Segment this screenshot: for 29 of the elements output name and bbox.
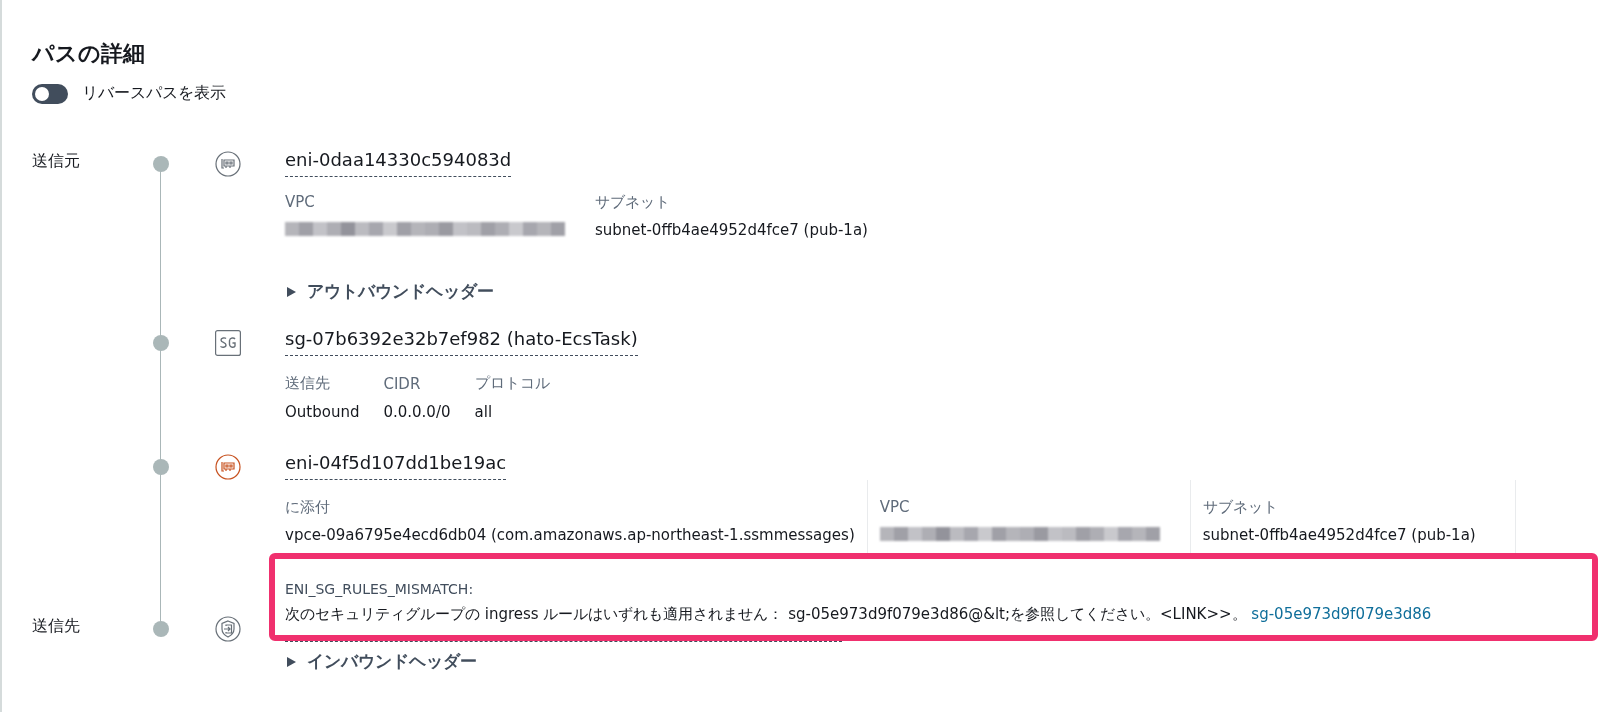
toggle-label: リバースパスを表示 bbox=[82, 83, 226, 104]
field-label: サブネット bbox=[595, 193, 671, 212]
toggle-switch[interactable] bbox=[32, 83, 68, 104]
security-group-link[interactable]: sg-05e973d9f079e3d86 bbox=[1251, 605, 1432, 623]
resource-id-link[interactable]: sg-07b6392e32b7ef982 (hato-EcsTask) bbox=[285, 325, 638, 356]
field-label: サブネット bbox=[1202, 498, 1279, 517]
table-cell-text: Outbound bbox=[285, 402, 361, 423]
field-value: subnet-0ffb4ae4952d4fce7 (pub-1a) bbox=[595, 220, 868, 240]
field-value: vpce-09a6795e4ecd6db04 (com.amazonaws.ap-northeast-1.ssmmessages) bbox=[285, 525, 855, 545]
page-title: パスの詳細 bbox=[32, 40, 146, 68]
resource-id-link[interactable]: eni-0daa14330c594083d bbox=[285, 146, 512, 177]
column-header: CIDR bbox=[383, 373, 422, 395]
column-header: 送信先 bbox=[285, 373, 331, 394]
column-header: プロトコル bbox=[474, 373, 551, 394]
endpoint-shield-icon bbox=[215, 616, 241, 642]
table-cell: 0.0.0.0/0 bbox=[383, 399, 475, 425]
field-label: VPC bbox=[879, 498, 911, 516]
resource-id-link[interactable]: eni-04f5d107dd1be19ac bbox=[285, 449, 507, 480]
error-code: ENI_SG_RULES_MISMATCH: bbox=[285, 580, 475, 599]
error-message: 次のセキュリティグループの ingress ルールはいずれも適用されません： sg-05e973d9f079e3d86@&lt;を参照してください。<LINK>>。 sg-05e973d9f079e3d86 bbox=[285, 604, 1433, 625]
field-label: に添付 bbox=[285, 498, 331, 517]
field-label: VPC bbox=[285, 193, 316, 211]
expander-toggle[interactable]: インバウンドヘッダー bbox=[285, 650, 477, 673]
field-value: subnet-0ffb4ae4952d4fce7 (pub-1a) bbox=[1202, 525, 1477, 545]
step-label: 送信先 bbox=[32, 616, 80, 637]
expander-toggle[interactable]: アウトバウンドヘッダー bbox=[285, 280, 494, 303]
step-label: 送信元 bbox=[32, 151, 80, 172]
table-cell-text: all bbox=[474, 402, 494, 423]
security-group-icon bbox=[215, 330, 241, 356]
